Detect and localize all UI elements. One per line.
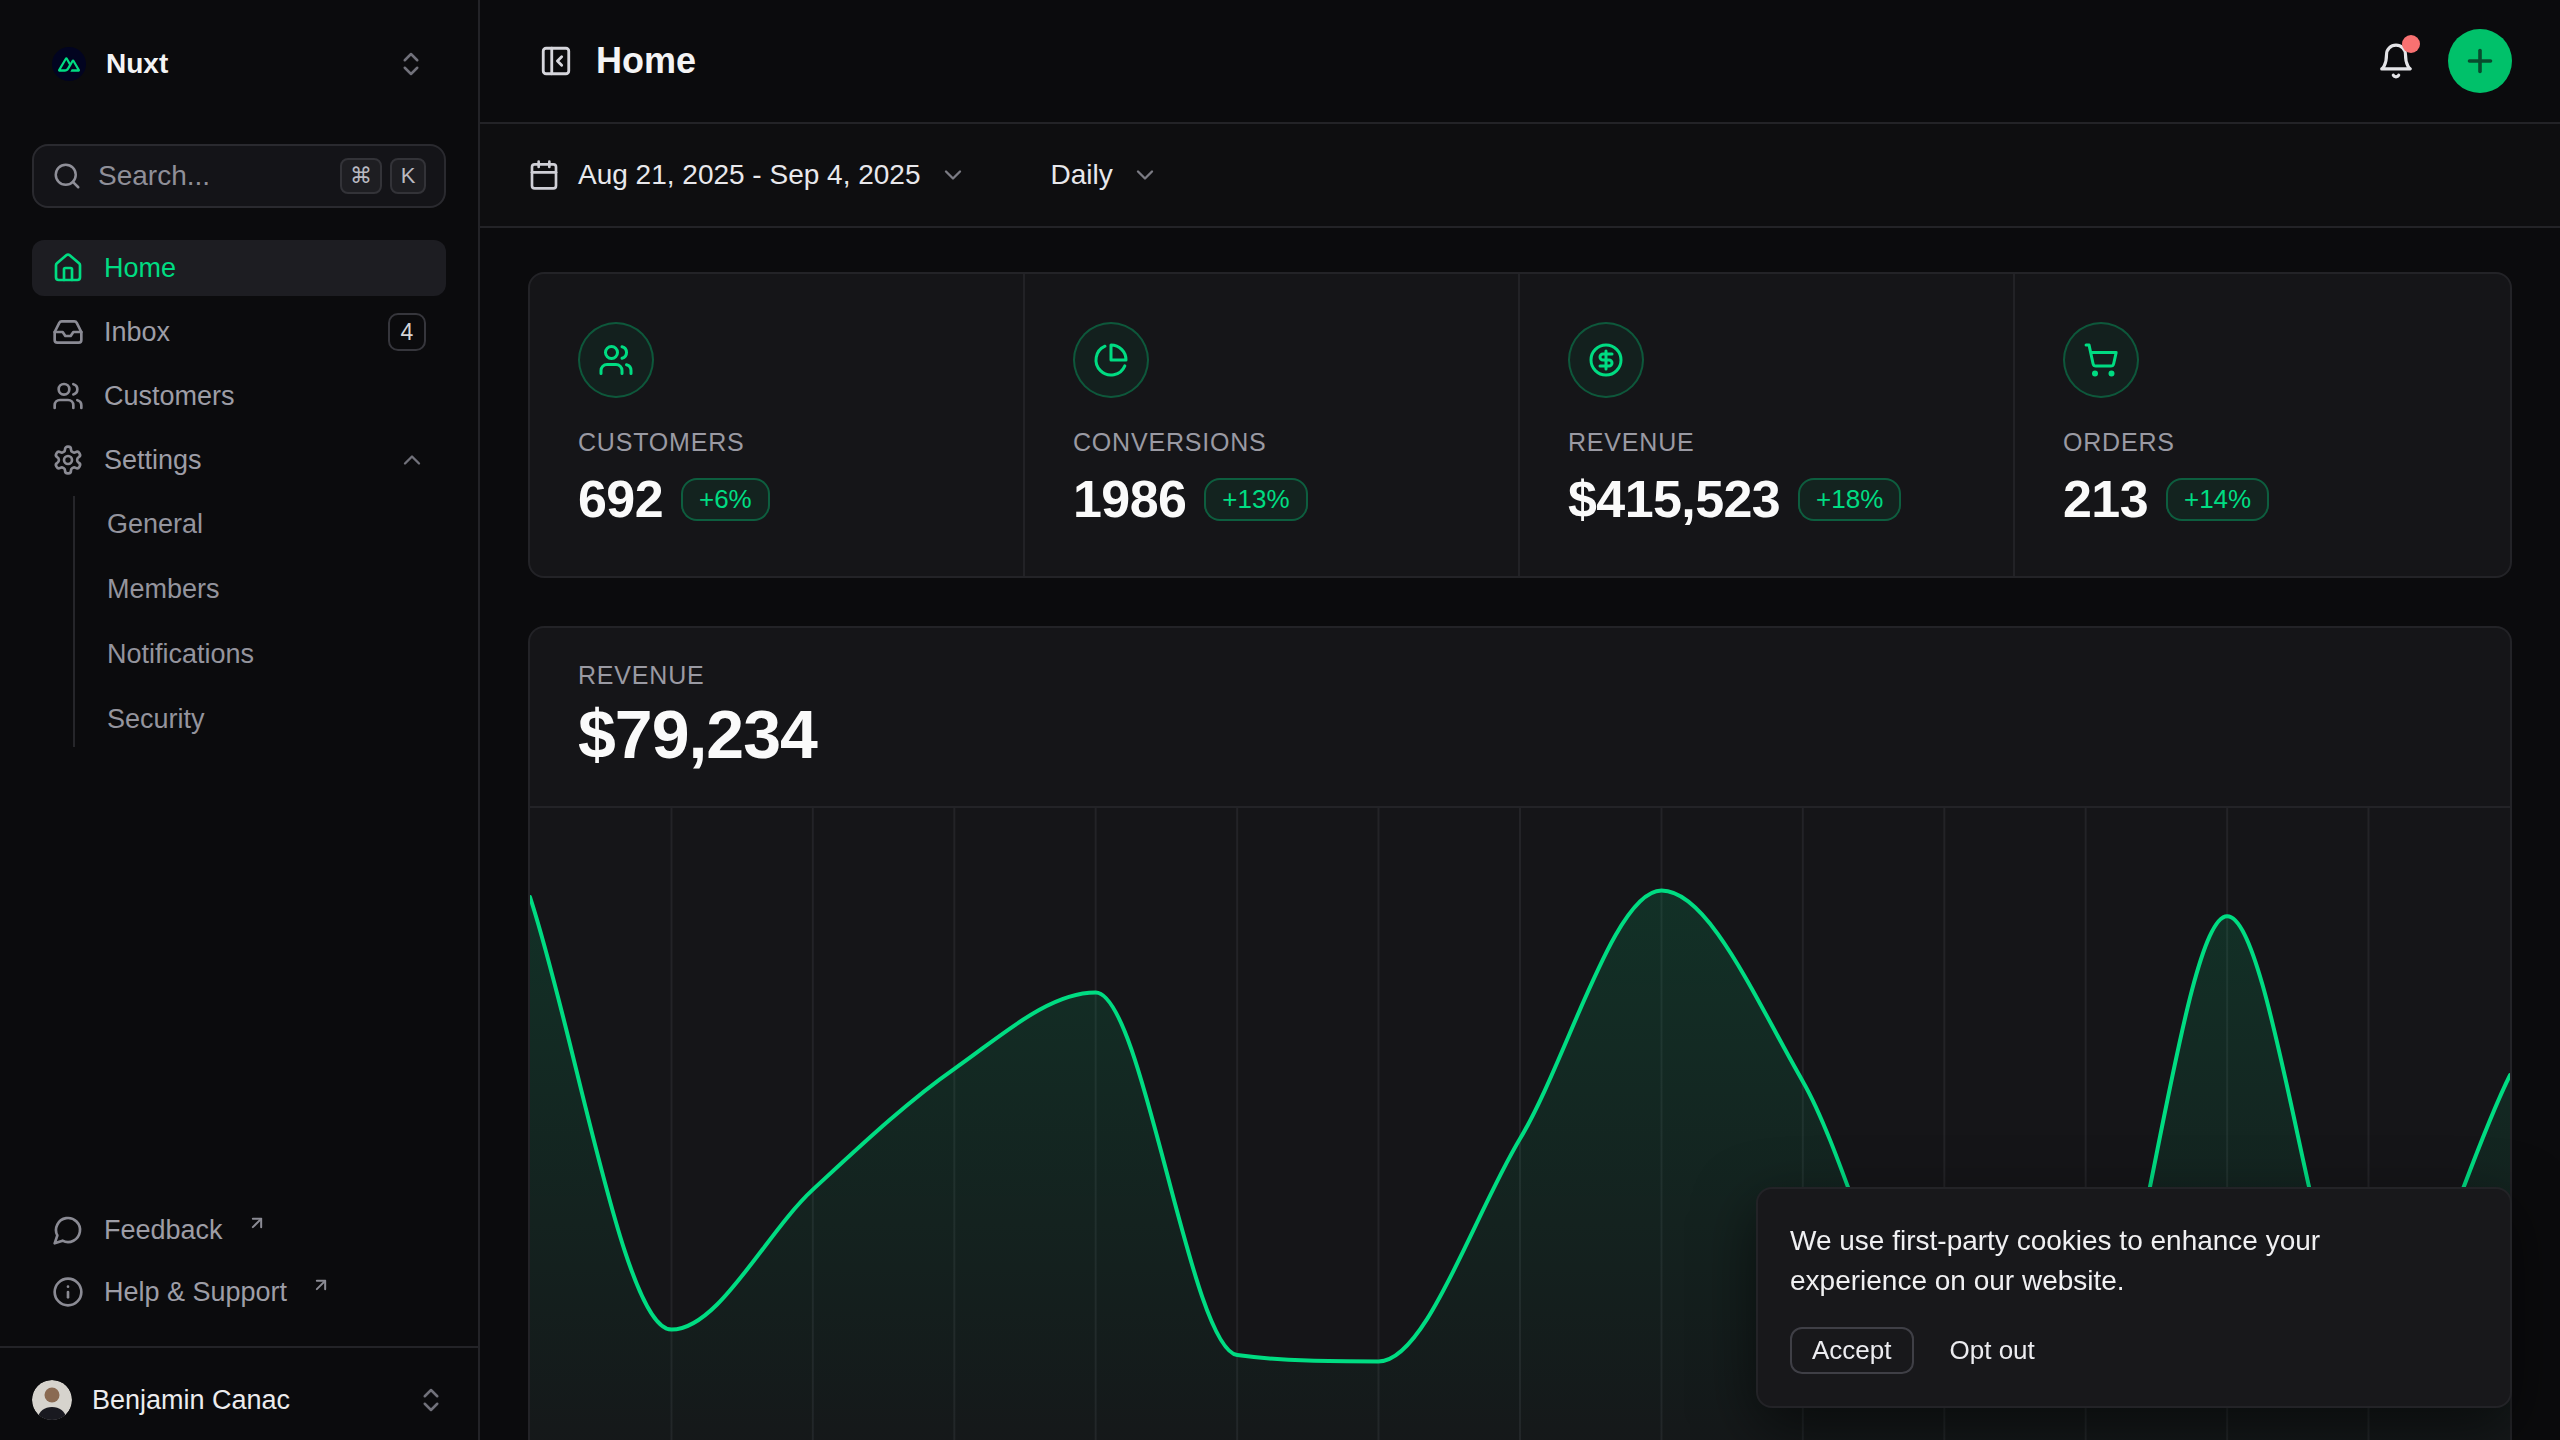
inbox-icon [52,316,84,348]
stat-value: $415,523 [1568,469,1780,529]
external-link-icon [311,1275,331,1295]
page-title: Home [596,40,696,82]
workspace-switcher[interactable]: Nuxt [32,32,446,96]
sidebar-item-security[interactable]: Security [75,691,446,747]
help-support-link[interactable]: Help & Support [32,1264,446,1320]
chevron-up-icon [398,446,426,474]
stat-value: 692 [578,469,663,529]
help-support-label: Help & Support [104,1277,287,1308]
external-link-icon [247,1213,267,1233]
stat-label: CUSTOMERS [578,428,975,457]
add-button[interactable] [2448,29,2512,93]
stat-delta-badge: +14% [2166,478,2269,521]
house-icon [52,252,84,284]
cart-icon [2083,342,2119,378]
users-icon [52,380,84,412]
sidebar-item-customers[interactable]: Customers [32,368,446,424]
kbd-k: K [390,158,426,194]
notifications-button[interactable] [2368,33,2424,89]
user-name: Benjamin Canac [92,1385,290,1416]
feedback-label: Feedback [104,1215,223,1246]
sidebar-item-label: Home [104,253,176,284]
feedback-link[interactable]: Feedback [32,1202,446,1258]
app-root: Nuxt Search... ⌘ K Home Inbox [0,0,2560,1440]
sidebar-item-notifications[interactable]: Notifications [75,626,446,682]
cookie-optout-button[interactable]: Opt out [1950,1335,2035,1366]
page-header: Home [480,0,2560,124]
sidebar-item-label: Inbox [104,317,170,348]
cookie-message: We use first-party cookies to enhance yo… [1790,1221,2454,1301]
chevrons-up-down-icon [396,49,426,79]
search-placeholder: Search... [98,160,210,192]
user-menu[interactable]: Benjamin Canac [0,1346,478,1440]
revenue-chart-label: REVENUE [578,662,2462,688]
sidebar: Nuxt Search... ⌘ K Home Inbox [0,0,480,1440]
stat-delta-badge: +18% [1798,478,1901,521]
date-range-label: Aug 21, 2025 - Sep 4, 2025 [578,159,921,191]
sidebar-item-label: Settings [104,445,202,476]
stat-delta-badge: +13% [1204,478,1307,521]
stat-label: CONVERSIONS [1073,428,1470,457]
sidebar-nav: Home Inbox 4 Customers Settings Ge [32,240,446,747]
stat-label: ORDERS [2063,428,2462,457]
sidebar-footer: Feedback Help & Support [0,1202,478,1346]
notification-dot [2402,35,2420,53]
dollar-circle-icon [1588,342,1624,378]
stat-label: REVENUE [1568,428,1965,457]
gear-icon [52,444,84,476]
stat-value: 213 [2063,469,2148,529]
granularity-select[interactable]: Daily [1051,159,1159,191]
stat-value: 1986 [1073,469,1186,529]
avatar [32,1380,72,1420]
sidebar-item-inbox[interactable]: Inbox 4 [32,304,446,360]
info-circle-icon [52,1276,84,1308]
sidebar-collapse-button[interactable] [528,33,584,89]
panel-left-close-icon [539,44,573,78]
workspace-name: Nuxt [106,48,168,80]
pie-chart-icon [1093,342,1129,378]
stat-revenue[interactable]: REVENUE $415,523 +18% [1520,274,2015,577]
cookie-banner: We use first-party cookies to enhance yo… [1756,1187,2512,1408]
stat-delta-badge: +6% [681,478,770,521]
sidebar-item-home[interactable]: Home [32,240,446,296]
sidebar-item-general[interactable]: General [75,496,446,552]
revenue-chart-value: $79,234 [578,696,2462,772]
chevron-down-icon [939,161,967,189]
search-icon [52,161,82,191]
sidebar-item-members[interactable]: Members [75,561,446,617]
sidebar-item-settings[interactable]: Settings [32,432,446,488]
filters-toolbar: Aug 21, 2025 - Sep 4, 2025 Daily [480,124,2560,228]
chat-bubble-icon [52,1214,84,1246]
stat-orders[interactable]: ORDERS 213 +14% [2015,274,2510,577]
calendar-icon [528,159,560,191]
settings-subnav: General Members Notifications Security [73,496,446,747]
stats-card: CUSTOMERS 692 +6% CONVERSIONS 1986 +13% [528,272,2512,578]
inbox-count-badge: 4 [388,313,426,351]
stat-conversions[interactable]: CONVERSIONS 1986 +13% [1025,274,1520,577]
nuxt-logo-icon [52,47,86,81]
plus-icon [2462,43,2498,79]
users-icon [598,342,634,378]
granularity-label: Daily [1051,159,1113,191]
cookie-accept-button[interactable]: Accept [1790,1327,1914,1374]
sidebar-item-label: Customers [104,381,235,412]
date-range-picker[interactable]: Aug 21, 2025 - Sep 4, 2025 [528,159,967,191]
chevrons-up-down-icon [416,1385,446,1415]
search-input[interactable]: Search... ⌘ K [32,144,446,208]
chevron-down-icon [1131,161,1159,189]
stat-customers[interactable]: CUSTOMERS 692 +6% [530,274,1025,577]
kbd-cmd: ⌘ [340,158,382,194]
